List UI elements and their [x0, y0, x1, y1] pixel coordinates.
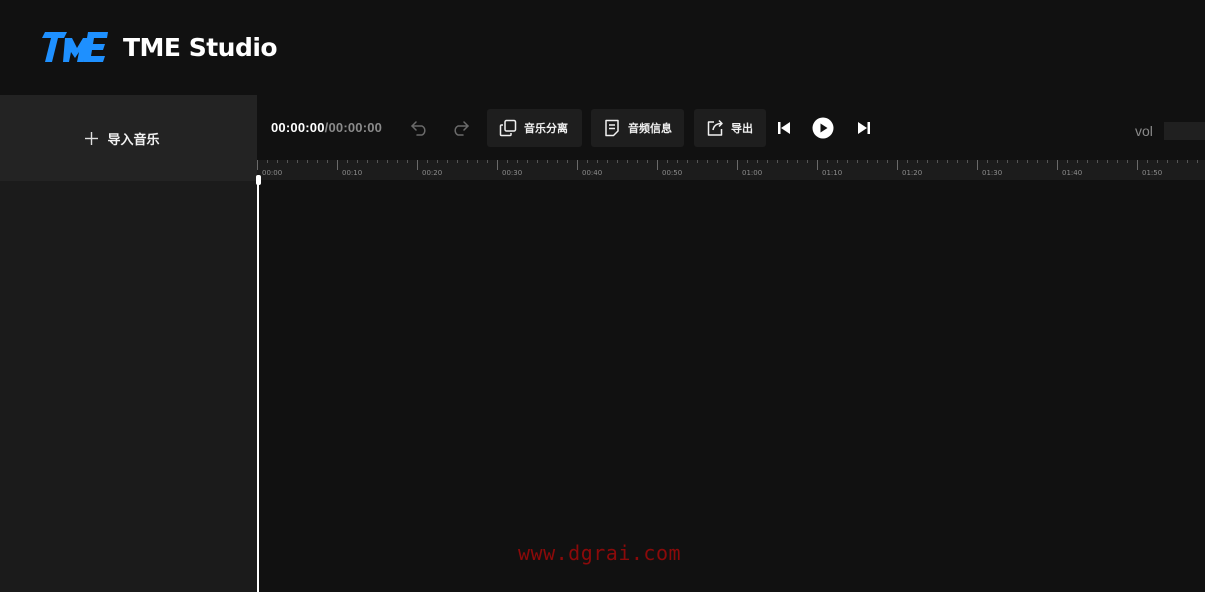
timeline-ruler[interactable]: 00:00 00:10 00:20 00:30 00:40 00:50 01:00 01:10…: [257, 160, 1205, 180]
ruler-tick-label: 01:10: [822, 169, 843, 177]
export-label: 导出: [731, 123, 753, 135]
ruler-tick-label: 00:00: [262, 169, 283, 177]
share-icon: [707, 119, 723, 136]
ruler-tick-label: 01:40: [1062, 169, 1083, 177]
watermark: www.dgrai.com: [518, 541, 682, 565]
ruler-tick-label: 00:20: [422, 169, 443, 177]
music-separation-label: 音乐分离: [524, 123, 568, 135]
previous-button[interactable]: [773, 117, 795, 139]
volume-label: vol: [1135, 123, 1153, 139]
header: TME Studio: [0, 0, 1205, 95]
track-area[interactable]: [257, 180, 1205, 592]
undo-icon: [411, 121, 426, 136]
playhead[interactable]: [257, 176, 259, 592]
import-music-button[interactable]: 导入音乐: [85, 129, 160, 148]
next-button[interactable]: [853, 117, 875, 139]
ruler-tick-label: 01:50: [1142, 169, 1163, 177]
ruler-tick-label: 01:00: [742, 169, 763, 177]
app-title: TME Studio: [123, 32, 278, 62]
document-icon: [605, 119, 619, 137]
toolbar: 00:00:00/00:00:00 音乐分离 音频信息 导出 vol: [257, 95, 1205, 160]
redo-button[interactable]: [449, 117, 471, 139]
time-display: 00:00:00/00:00:00: [271, 120, 382, 135]
sidebar: 导入音乐: [0, 95, 257, 592]
ruler-labels: 00:00 00:10 00:20 00:30 00:40 00:50 01:00 01:10…: [257, 160, 1205, 180]
ruler-tick-label: 00:50: [662, 169, 683, 177]
import-area: 导入音乐: [0, 95, 257, 181]
ruler-tick-label: 00:30: [502, 169, 523, 177]
skip-next-icon: [858, 122, 870, 134]
ruler-tick-label: 01:20: [902, 169, 923, 177]
tme-logo-icon: [42, 32, 108, 62]
redo-icon: [454, 121, 469, 136]
play-icon: [812, 117, 834, 139]
logo: TME Studio: [39, 30, 278, 64]
skip-previous-icon: [778, 122, 790, 134]
audio-info-label: 音频信息: [628, 123, 672, 135]
music-separation-button[interactable]: 音乐分离: [487, 109, 582, 147]
time-current: 00:00:00: [271, 120, 325, 135]
ruler-tick-label: 00:40: [582, 169, 603, 177]
audio-info-button[interactable]: 音频信息: [591, 109, 684, 147]
copy-icon: [499, 119, 517, 137]
play-button[interactable]: [812, 117, 834, 139]
import-music-label: 导入音乐: [107, 131, 160, 147]
volume-slider[interactable]: [1164, 122, 1205, 140]
ruler-tick-label: 01:30: [982, 169, 1003, 177]
export-button[interactable]: 导出: [694, 109, 766, 147]
app-window: TME Studio 导入音乐 00:00:00/00:00:00 音乐分离 音…: [0, 0, 1205, 592]
playhead-handle[interactable]: [256, 175, 261, 185]
time-total: 00:00:00: [328, 120, 383, 135]
ruler-tick-label: 00:10: [342, 169, 363, 177]
undo-button[interactable]: [409, 117, 431, 139]
plus-icon: [85, 131, 99, 145]
